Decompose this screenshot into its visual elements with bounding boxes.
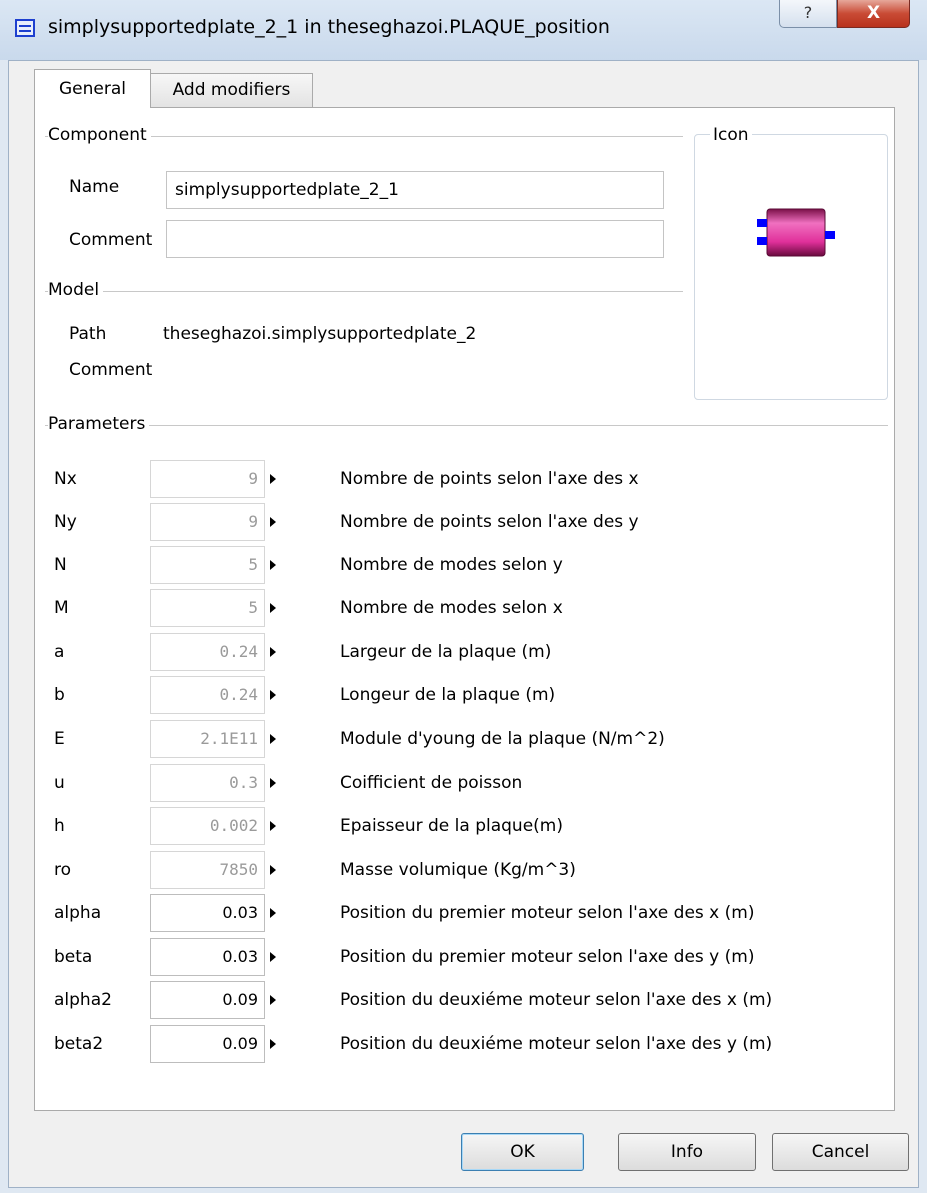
parameter-menu-arrow-icon[interactable]: [270, 603, 276, 613]
parameter-name: b: [54, 685, 65, 705]
magenta-block-component-icon: [757, 208, 835, 257]
parameter-name: E: [54, 729, 65, 749]
parameter-value-field[interactable]: 0.03: [150, 894, 265, 932]
parameter-menu-arrow-icon[interactable]: [270, 1039, 276, 1049]
parameter-row-ro: ro 7850 Masse volumique (Kg/m^3): [35, 851, 896, 889]
name-label: Name: [69, 177, 120, 197]
parameter-name: alpha: [54, 903, 102, 923]
parameter-name: a: [54, 642, 65, 662]
parameter-value-field[interactable]: 0.09: [150, 981, 265, 1019]
parameter-description: Position du premier moteur selon l'axe d…: [340, 947, 755, 967]
parameter-name: h: [54, 816, 65, 836]
info-button[interactable]: Info: [618, 1133, 756, 1171]
parameter-menu-arrow-icon[interactable]: [270, 517, 276, 527]
parameter-name: N: [54, 555, 67, 575]
comment-field[interactable]: [166, 220, 664, 258]
parameter-value-field[interactable]: 0.24: [150, 676, 265, 714]
parameter-value-field[interactable]: 0.24: [150, 633, 265, 671]
general-tab-pane: Component Name simplysupportedplate_2_1 …: [34, 107, 895, 1111]
parameter-description: Nombre de modes selon x: [340, 598, 563, 618]
parameter-name: M: [54, 598, 69, 618]
ok-button[interactable]: OK: [461, 1133, 584, 1171]
parameter-description: Module d'young de la plaque (N/m^2): [340, 729, 665, 749]
parameters-group-title: Parameters: [48, 414, 150, 434]
parameter-row-n: N 5 Nombre de modes selon y: [35, 546, 896, 584]
parameter-description: Position du premier moteur selon l'axe d…: [340, 903, 755, 923]
close-button[interactable]: X: [837, 0, 910, 28]
icon-group-title: Icon: [710, 125, 752, 145]
parameter-menu-arrow-icon[interactable]: [270, 734, 276, 744]
parameter-description: Masse volumique (Kg/m^3): [340, 860, 576, 880]
parameter-menu-arrow-icon[interactable]: [270, 690, 276, 700]
parameter-description: Epaisseur de la plaque(m): [340, 816, 563, 836]
parameter-value-field[interactable]: 2.1E11: [150, 720, 265, 758]
parameter-row-u: u 0.3 Coifficient de poisson: [35, 764, 896, 802]
parameter-description: Nombre de modes selon y: [340, 555, 563, 575]
parameter-menu-arrow-icon[interactable]: [270, 560, 276, 570]
parameter-value-field[interactable]: 7850: [150, 851, 265, 889]
model-group-title: Model: [48, 280, 104, 300]
tab-add-modifiers[interactable]: Add modifiers: [150, 73, 313, 107]
parameter-name: u: [54, 773, 65, 793]
path-value: theseghazoi.simplysupportedplate_2: [163, 324, 477, 344]
parameter-menu-arrow-icon[interactable]: [270, 865, 276, 875]
cancel-button[interactable]: Cancel: [772, 1133, 909, 1171]
window-title: simplysupportedplate_2_1 in theseghazoi.…: [48, 16, 610, 38]
parameter-name: alpha2: [54, 990, 112, 1010]
parameter-menu-arrow-icon[interactable]: [270, 995, 276, 1005]
parameter-menu-arrow-icon[interactable]: [270, 908, 276, 918]
name-field[interactable]: simplysupportedplate_2_1: [166, 171, 664, 209]
parameter-menu-arrow-icon[interactable]: [270, 778, 276, 788]
parameter-description: Position du deuxiéme moteur selon l'axe …: [340, 990, 773, 1010]
parameter-menu-arrow-icon[interactable]: [270, 647, 276, 657]
parameter-description: Longeur de la plaque (m): [340, 685, 556, 705]
parameter-row-beta2: beta2 0.09 Position du deuxiéme moteur s…: [35, 1025, 896, 1063]
parameter-value-field[interactable]: 0.09: [150, 1025, 265, 1063]
parameter-value-field[interactable]: 0.002: [150, 807, 265, 845]
parameter-value-field[interactable]: 5: [150, 546, 265, 584]
icon-group: Icon: [694, 125, 888, 400]
parameter-name: Nx: [54, 469, 77, 489]
model-comment-label: Comment: [69, 360, 153, 380]
parameter-value-field[interactable]: 0.3: [150, 764, 265, 802]
comment-label: Comment: [69, 230, 153, 250]
parameter-menu-arrow-icon[interactable]: [270, 952, 276, 962]
parameter-row-alpha: alpha 0.03 Position du premier moteur se…: [35, 894, 896, 932]
window-app-icon: [15, 19, 35, 37]
parameter-name: beta2: [54, 1034, 104, 1054]
parameter-row-b: b 0.24 Longeur de la plaque (m): [35, 676, 896, 714]
parameter-description: Coifficient de poisson: [340, 773, 523, 793]
title-bar: simplysupportedplate_2_1 in theseghazoi.…: [0, 0, 927, 60]
parameter-value-field[interactable]: 0.03: [150, 938, 265, 976]
component-group-title: Component: [48, 125, 151, 145]
parameter-value-field[interactable]: 9: [150, 460, 265, 498]
parameter-description: Nombre de points selon l'axe des y: [340, 512, 639, 532]
parameter-row-alpha2: alpha2 0.09 Position du deuxiéme moteur …: [35, 981, 896, 1019]
path-label: Path: [69, 324, 107, 344]
tab-general[interactable]: General: [34, 69, 151, 108]
parameter-row-nx: Nx 9 Nombre de points selon l'axe des x: [35, 460, 896, 498]
help-button[interactable]: ?: [779, 0, 837, 28]
parameter-name: Ny: [54, 512, 77, 532]
dialog-body: General Add modifiers Component Name sim…: [8, 60, 919, 1188]
parameter-value-field[interactable]: 5: [150, 589, 265, 627]
parameter-row-m: M 5 Nombre de modes selon x: [35, 589, 896, 627]
parameter-value-field[interactable]: 9: [150, 503, 265, 541]
parameter-menu-arrow-icon[interactable]: [270, 474, 276, 484]
parameter-name: ro: [54, 860, 72, 880]
parameter-row-ny: Ny 9 Nombre de points selon l'axe des y: [35, 503, 896, 541]
parameter-row-a: a 0.24 Largeur de la plaque (m): [35, 633, 896, 671]
parameter-description: Position du deuxiéme moteur selon l'axe …: [340, 1034, 773, 1054]
parameter-row-e: E 2.1E11 Module d'young de la plaque (N/…: [35, 720, 896, 758]
parameter-menu-arrow-icon[interactable]: [270, 821, 276, 831]
parameter-description: Largeur de la plaque (m): [340, 642, 552, 662]
parameter-row-beta: beta 0.03 Position du premier moteur sel…: [35, 938, 896, 976]
parameter-name: beta: [54, 947, 93, 967]
parameter-row-h: h 0.002 Epaisseur de la plaque(m): [35, 807, 896, 845]
parameter-description: Nombre de points selon l'axe des x: [340, 469, 639, 489]
